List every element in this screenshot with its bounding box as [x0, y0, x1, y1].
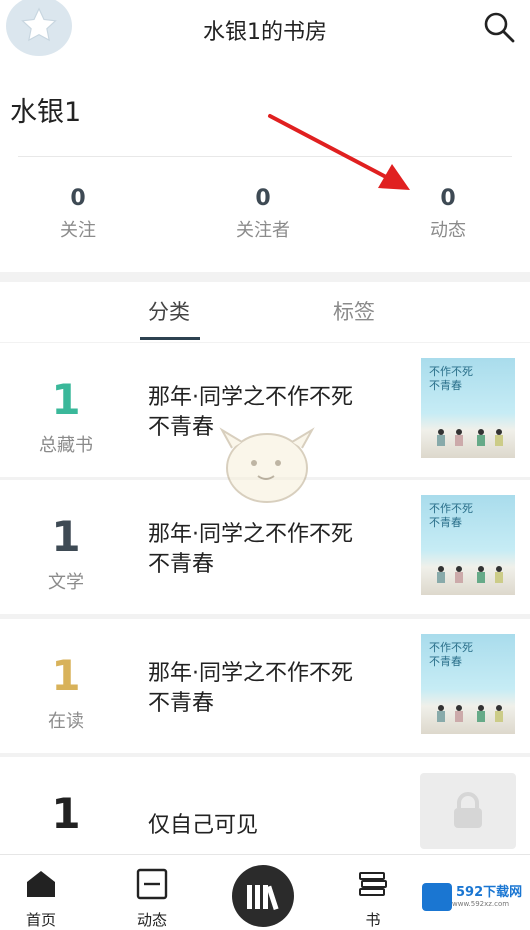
home-icon	[27, 871, 55, 897]
watermark-mascot-icon	[219, 427, 315, 503]
nav-feed[interactable]: 动态	[117, 867, 187, 929]
annotation-arrow-icon	[268, 114, 410, 190]
nav-home-label: 首页	[25, 911, 56, 929]
book-cover[interactable]: 不作不死 不青春	[421, 358, 515, 458]
shelf-row-private[interactable]: 1 仅自己可见	[0, 757, 530, 854]
cover-figures-icon	[437, 705, 503, 722]
cover-text: 不作不死 不青春	[429, 502, 473, 529]
private-cover[interactable]	[420, 773, 516, 849]
watermark-url: www.592xz.com	[452, 900, 510, 908]
book-title: 那年·同学之不作不死不青春	[148, 522, 353, 577]
search-icon[interactable]	[480, 8, 520, 48]
stat-followers-label: 关注者	[236, 220, 290, 241]
tab-tags[interactable]: 标签	[333, 296, 375, 326]
watermark-logo: 592下载网 www.592xz.com	[422, 881, 524, 913]
username: 水银1	[10, 97, 82, 128]
stat-activity-label: 动态	[430, 220, 466, 241]
nav-feed-label: 动态	[136, 911, 167, 929]
book-cover[interactable]: 不作不死 不青春	[421, 495, 515, 595]
shelf-label: 总藏书	[39, 435, 93, 456]
tab-indicator	[140, 337, 200, 340]
shelf-count: 1	[51, 512, 81, 561]
nav-bookshelf-button[interactable]	[232, 865, 294, 927]
tab-category[interactable]: 分类	[148, 296, 190, 326]
cover-text: 不作不死 不青春	[429, 365, 473, 392]
shelf-label: 文学	[48, 572, 84, 593]
book-cover[interactable]: 不作不死 不青春	[421, 634, 515, 734]
shelf-title: 仅自己可见	[148, 813, 259, 838]
cover-figures-icon	[437, 566, 503, 583]
profile-header: 水银1的书房 水银1 0 关注 0 关注者 0 动态	[0, 0, 530, 272]
stat-following-label: 关注	[60, 220, 96, 241]
stat-following[interactable]: 0 关注	[18, 186, 138, 242]
shelf-label: 在读	[48, 711, 84, 732]
shelf-count: 1	[51, 651, 81, 700]
shelf-count: 1	[51, 789, 81, 838]
page-title: 水银1的书房	[203, 20, 327, 45]
bottom-nav: 首页 动态 书 592下载网 www.592xz.com	[0, 854, 530, 930]
watermark-text: 592下载网	[456, 885, 523, 900]
tab-bar: 分类 标签	[0, 282, 530, 342]
shelf-row-reading[interactable]: 1 在读 那年·同学之不作不死不青春 不作不死 不青春	[0, 619, 530, 753]
stat-following-count: 0	[70, 186, 86, 211]
feed-icon	[136, 868, 168, 900]
nav-books[interactable]: 书	[338, 867, 408, 929]
shelf-count: 1	[51, 375, 81, 424]
cover-text: 不作不死 不青春	[429, 641, 473, 668]
watermark-logo-icon	[422, 883, 452, 911]
lock-icon	[454, 792, 482, 828]
book-stack-icon	[359, 872, 387, 896]
book-title: 那年·同学之不作不死不青春	[148, 661, 353, 716]
nav-books-label: 书	[365, 911, 381, 929]
bookshelf-icon	[247, 885, 279, 911]
nav-home[interactable]: 首页	[6, 867, 76, 929]
cover-figures-icon	[437, 429, 503, 446]
